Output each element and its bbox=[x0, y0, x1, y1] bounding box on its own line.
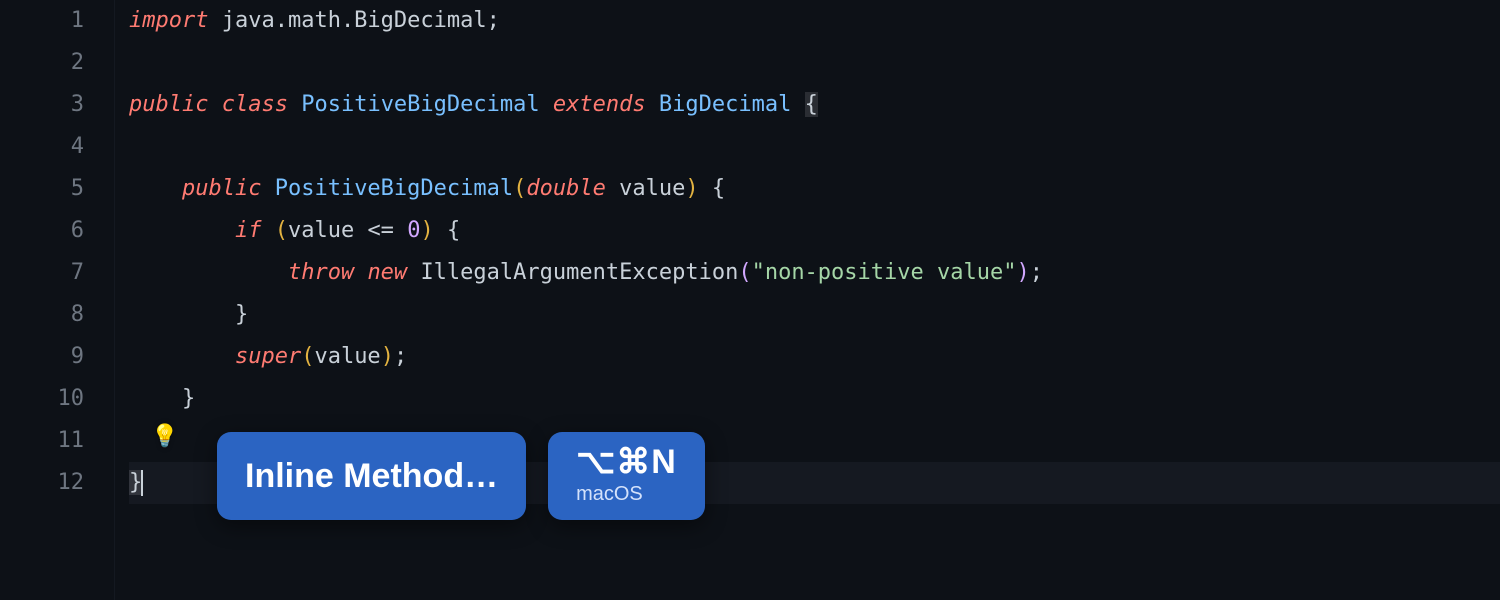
line-number: 5 bbox=[0, 168, 84, 210]
code-line[interactable]: if (value <= 0) { bbox=[129, 210, 1500, 252]
line-number: 11 bbox=[0, 420, 84, 462]
shortcut-os: macOS bbox=[576, 483, 643, 506]
lightbulb-icon[interactable]: 💡 bbox=[151, 426, 178, 448]
line-number: 3 bbox=[0, 84, 84, 126]
shortcut-keys: ⌥⌘N bbox=[576, 444, 677, 481]
action-label: Inline Method… bbox=[245, 457, 498, 496]
line-number: 6 bbox=[0, 210, 84, 252]
code-line[interactable]: } bbox=[129, 294, 1500, 336]
code-line[interactable] bbox=[129, 126, 1500, 168]
inline-method-action[interactable]: Inline Method… bbox=[217, 432, 526, 520]
code-line[interactable]: throw new IllegalArgumentException("non-… bbox=[129, 252, 1500, 294]
line-number: 8 bbox=[0, 294, 84, 336]
line-number: 12 bbox=[0, 462, 84, 504]
line-number: 2 bbox=[0, 42, 84, 84]
code-line[interactable] bbox=[129, 42, 1500, 84]
line-number: 4 bbox=[0, 126, 84, 168]
code-line[interactable]: import java.math.BigDecimal; bbox=[129, 0, 1500, 42]
line-gutter: 1 2 3 4 5 6 7 8 9 10 11 12 bbox=[0, 0, 115, 600]
code-line[interactable]: public class PositiveBigDecimal extends … bbox=[129, 84, 1500, 126]
shortcut-hint: ⌥⌘N macOS bbox=[548, 432, 705, 520]
line-number: 10 bbox=[0, 378, 84, 420]
line-number: 9 bbox=[0, 336, 84, 378]
hint-popup-row: Inline Method… ⌥⌘N macOS bbox=[217, 432, 705, 520]
code-line[interactable]: } bbox=[129, 378, 1500, 420]
line-number: 7 bbox=[0, 252, 84, 294]
code-line[interactable]: super(value); bbox=[129, 336, 1500, 378]
code-line[interactable]: public PositiveBigDecimal(double value) … bbox=[129, 168, 1500, 210]
line-number: 1 bbox=[0, 0, 84, 42]
